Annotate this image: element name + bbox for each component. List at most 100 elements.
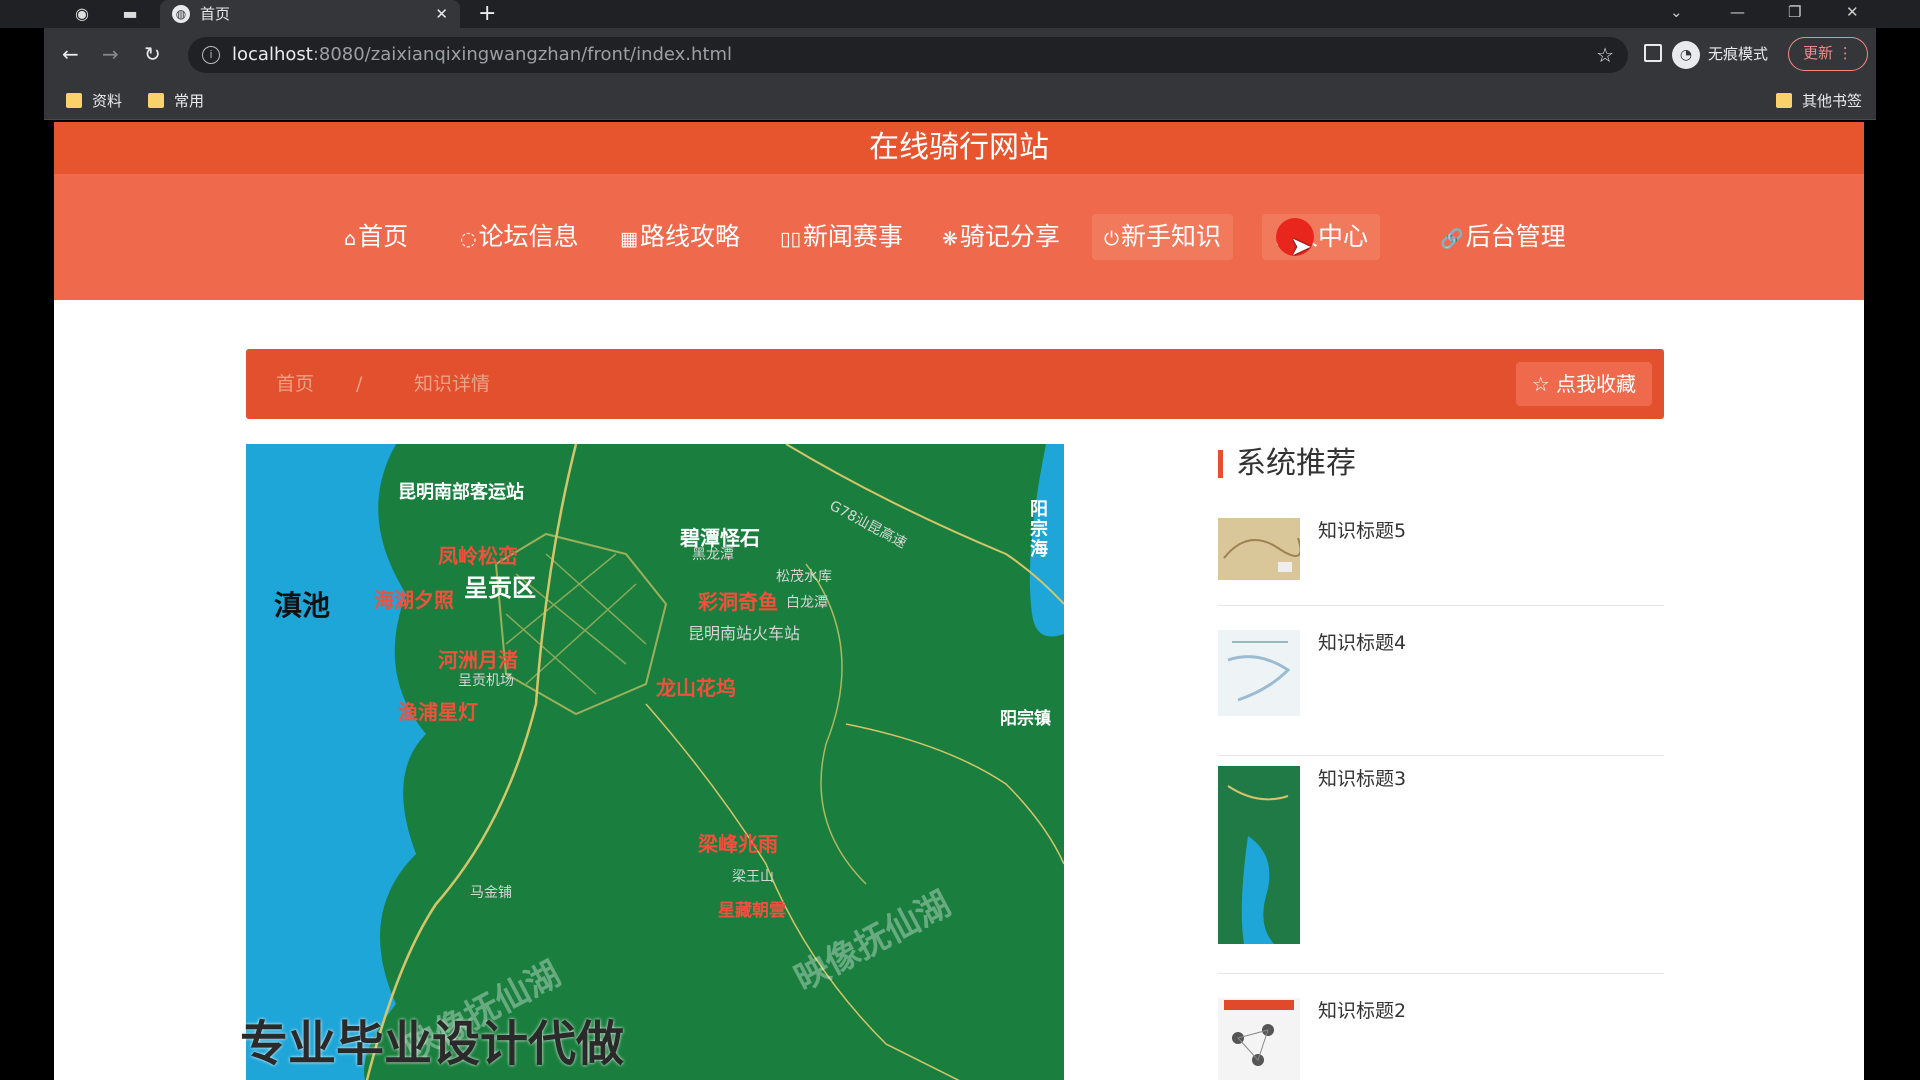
nav-label: 后台管理 bbox=[1465, 222, 1566, 251]
news-icon: ▯▯ bbox=[780, 228, 801, 250]
map-label: 松茂水库 bbox=[776, 569, 832, 585]
browser-toolbar: ← → ↻ i localhost:8080/zaixianqixingwang… bbox=[44, 28, 1876, 82]
recommend-item-title[interactable]: 知识标题3 bbox=[1318, 766, 1406, 792]
nav-item-routes[interactable]: ▦路线攻略 bbox=[608, 214, 752, 260]
lake-dianchi-shape bbox=[246, 444, 426, 1080]
web-page: 在线骑行网站 ⌂首页 ◌论坛信息 ▦路线攻略 ▯▯新闻赛事 ❋骑记分享 ⏻新手知… bbox=[54, 122, 1864, 1080]
map-label: 星藏朝雲 bbox=[718, 901, 786, 921]
tab-favicon-icon: ◍ bbox=[172, 5, 190, 23]
folder-icon bbox=[66, 93, 82, 108]
map-label: 呈贡区 bbox=[464, 574, 536, 602]
nav-item-ride-share[interactable]: ❋骑记分享 bbox=[930, 214, 1072, 260]
road-central bbox=[805, 563, 867, 885]
snowflake-icon: ❋ bbox=[942, 228, 958, 250]
recommend-title: 系统推荐 bbox=[1218, 444, 1356, 484]
map-label: 阳宗镇 bbox=[1000, 709, 1051, 729]
map-label: 河洲月渚 bbox=[438, 648, 518, 672]
map-label: 龙山花坞 bbox=[656, 676, 736, 700]
home-icon: ⌂ bbox=[344, 228, 357, 250]
tab-title: 首页 bbox=[200, 5, 231, 23]
folder-icon bbox=[1776, 93, 1792, 108]
browser-tab[interactable]: ◍ 首页 ✕ bbox=[160, 0, 460, 28]
map-label: 梁峰兆雨 bbox=[698, 832, 778, 856]
route-map-image: 滇池 昆明南部客运站 呈贡区 碧潭怪石 阳宗镇 阳宗海 凤岭松峦 海湖夕照 河洲… bbox=[246, 444, 1064, 1080]
nav-label: 新闻赛事 bbox=[802, 222, 903, 251]
incognito-label: 无痕模式 bbox=[1708, 45, 1769, 63]
incognito-icon: ◔ bbox=[1672, 41, 1700, 69]
recommend-thumbnail[interactable] bbox=[1218, 766, 1300, 944]
browser-tab-strip: ◉ ▬ ◍ 首页 ✕ + ⌄ — ❐ ✕ bbox=[0, 0, 1920, 28]
recommend-title-text: 系统推荐 bbox=[1236, 446, 1356, 481]
update-label: 更新 bbox=[1803, 44, 1834, 62]
nav-label: 新手知识 bbox=[1121, 222, 1222, 251]
recommend-thumbnail[interactable] bbox=[1218, 518, 1300, 580]
nav-item-admin[interactable]: 🔗后台管理 bbox=[1428, 214, 1578, 260]
nav-label: 路线攻略 bbox=[639, 222, 740, 251]
mouse-cursor-icon: ➤ bbox=[1290, 232, 1312, 262]
site-header: 在线骑行网站 ⌂首页 ◌论坛信息 ▦路线攻略 ▯▯新闻赛事 ❋骑记分享 ⏻新手知… bbox=[54, 122, 1864, 300]
favorite-label: 点我收藏 bbox=[1556, 372, 1636, 396]
recommend-item-title[interactable]: 知识标题4 bbox=[1318, 630, 1406, 656]
incognito-indicator[interactable]: ◔ 无痕模式 bbox=[1672, 38, 1768, 70]
recommend-item[interactable]: 知识标题5 bbox=[1218, 518, 1664, 606]
back-icon[interactable]: ← bbox=[62, 42, 79, 66]
map-label: 海湖夕照 bbox=[374, 588, 454, 612]
address-bar[interactable]: i localhost:8080/zaixianqixingwangzhan/f… bbox=[188, 37, 1628, 73]
breadcrumb-current: 知识详情 bbox=[414, 373, 491, 395]
nav-item-forum[interactable]: ◌论坛信息 bbox=[448, 214, 591, 260]
watermark-text: 专业毕业设计代做 bbox=[240, 1016, 625, 1072]
breadcrumb: 首页 / 知识详情 ☆ 点我收藏 bbox=[246, 349, 1664, 419]
bookmark-star-icon[interactable]: ☆ bbox=[1596, 37, 1614, 73]
map-label: 白龙潭 bbox=[786, 595, 828, 611]
other-bookmarks[interactable]: 其他书签 bbox=[1776, 82, 1862, 120]
map-label: 昆明南站火车站 bbox=[688, 624, 801, 643]
other-bookmarks-label: 其他书签 bbox=[1802, 92, 1863, 110]
side-panel-icon[interactable] bbox=[1644, 44, 1662, 62]
screen: ◉ ▬ ◍ 首页 ✕ + ⌄ — ❐ ✕ ← → ↻ i localhost:8… bbox=[0, 0, 1920, 1080]
main-nav: ⌂首页 ◌论坛信息 ▦路线攻略 ▯▯新闻赛事 ❋骑记分享 ⏻新手知识 ♙人中心 … bbox=[54, 214, 1864, 264]
link-icon: 🔗 bbox=[1440, 228, 1464, 250]
breadcrumb-home[interactable]: 首页 bbox=[276, 349, 314, 419]
map-shapes bbox=[246, 444, 1064, 1080]
map-label: 黑龙潭 bbox=[692, 547, 734, 563]
site-title: 在线骑行网站 bbox=[869, 130, 1049, 165]
reload-icon[interactable]: ↻ bbox=[144, 42, 161, 66]
recommend-item-title[interactable]: 知识标题5 bbox=[1318, 518, 1406, 544]
update-button[interactable]: 更新 ⋮ bbox=[1788, 37, 1868, 71]
restore-icon[interactable]: ❐ bbox=[1788, 0, 1801, 24]
bookmark-folder[interactable]: 资料 bbox=[66, 82, 122, 120]
tab-search-icon[interactable]: ▬ bbox=[120, 4, 140, 24]
map-label: 凤岭松峦 bbox=[438, 544, 518, 568]
browser-menu-icon[interactable]: ◉ bbox=[72, 4, 92, 24]
road-east bbox=[845, 723, 1064, 865]
nav-item-beginner-knowledge[interactable]: ⏻新手知识 bbox=[1092, 214, 1234, 260]
minimize-icon[interactable]: — bbox=[1730, 0, 1745, 24]
nav-item-home[interactable]: ⌂首页 bbox=[332, 214, 420, 260]
site-info-icon[interactable]: i bbox=[202, 46, 220, 64]
recommend-item[interactable]: 知识标题3 bbox=[1218, 766, 1664, 974]
new-tab-icon[interactable]: + bbox=[478, 0, 496, 28]
bookmark-folder[interactable]: 常用 bbox=[148, 82, 204, 120]
close-window-icon[interactable]: ✕ bbox=[1846, 0, 1859, 24]
tab-close-icon[interactable]: ✕ bbox=[435, 0, 448, 28]
recommend-thumbnail[interactable] bbox=[1218, 998, 1300, 1080]
nav-item-news[interactable]: ▯▯新闻赛事 bbox=[768, 214, 915, 260]
recommend-item[interactable]: 知识标题4 bbox=[1218, 630, 1664, 756]
recommend-item-title[interactable]: 知识标题2 bbox=[1318, 998, 1406, 1024]
title-accent-bar bbox=[1218, 450, 1223, 478]
thumbnail-map-drawing bbox=[1224, 1000, 1294, 1066]
map-label: 马金铺 bbox=[470, 885, 512, 901]
forward-icon[interactable]: → bbox=[102, 42, 119, 66]
url-host: localhost bbox=[232, 44, 313, 65]
bookmark-label: 资料 bbox=[92, 92, 123, 110]
favorite-button[interactable]: ☆ 点我收藏 bbox=[1515, 362, 1652, 406]
map-label: 彩洞奇鱼 bbox=[698, 590, 778, 614]
chat-icon: ◌ bbox=[460, 228, 477, 250]
recommend-item[interactable]: 知识标题2 bbox=[1218, 998, 1664, 1080]
bookmarks-bar: 资料 常用 其他书签 bbox=[44, 82, 1876, 120]
tab-list-icon[interactable]: ⌄ bbox=[1670, 0, 1683, 24]
thumbnail-map-drawing bbox=[1227, 641, 1291, 702]
map-label: 渔浦星灯 bbox=[398, 700, 478, 724]
recommend-thumbnail[interactable] bbox=[1218, 630, 1300, 716]
bookmark-label: 常用 bbox=[174, 92, 205, 110]
